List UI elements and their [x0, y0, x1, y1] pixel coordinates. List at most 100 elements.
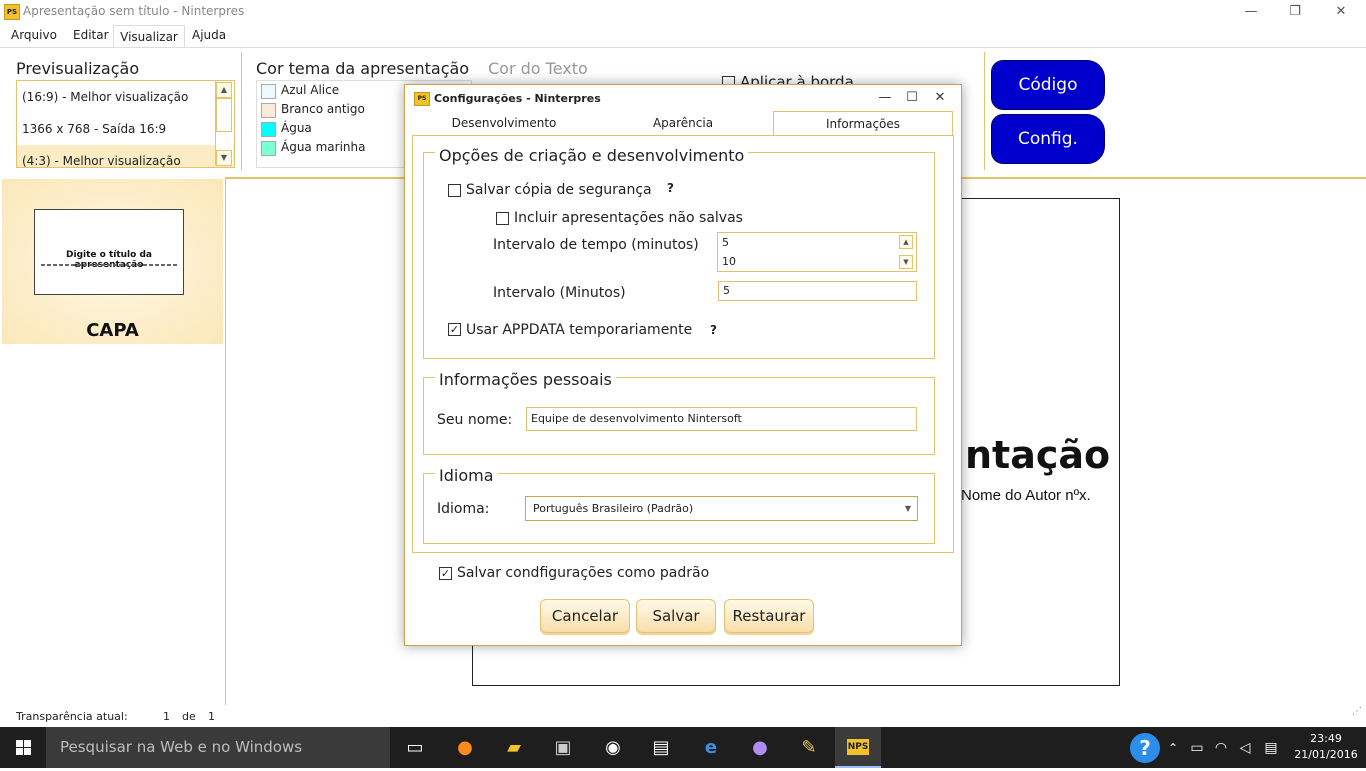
scroll-thumb[interactable]: [216, 98, 232, 132]
language-value: Português Brasileiro (Padrão): [533, 502, 694, 515]
text-color-title: Cor do Texto: [488, 59, 588, 78]
help-icon[interactable]: ?: [1130, 733, 1160, 763]
file-explorer-icon[interactable]: ▰: [497, 733, 531, 763]
slide-title-text[interactable]: ntação: [965, 433, 1110, 477]
media-player-icon[interactable]: ◉: [596, 733, 630, 763]
dialog-minimize-icon[interactable]: —: [875, 88, 895, 108]
list-item[interactable]: 10: [722, 252, 916, 271]
color-label: Água: [281, 121, 312, 135]
wifi-icon[interactable]: ◠: [1208, 733, 1234, 763]
status-label: Transparência atual:: [16, 710, 128, 723]
group-language-legend: Idioma: [435, 466, 498, 485]
firefox-icon[interactable]: ●: [448, 733, 482, 763]
config-button[interactable]: Config.: [991, 114, 1105, 164]
ribbon-divider: [984, 52, 985, 170]
preview-list[interactable]: (16:9) - Melhor visualização 1366 x 768 …: [16, 80, 235, 168]
list-item[interactable]: 1366 x 768 - Saída 16:9: [17, 113, 234, 145]
start-button[interactable]: [0, 727, 46, 768]
language-label: Idioma:: [437, 501, 490, 517]
list-item[interactable]: (16:9) - Melhor visualização: [17, 81, 234, 113]
color-label: Azul Alice: [281, 83, 340, 97]
clock-date: 21/01/2016: [1294, 748, 1358, 761]
dialog-app-icon: PS: [414, 92, 430, 106]
thumbnail-author-line: [41, 264, 177, 266]
minimize-icon[interactable]: —: [1228, 2, 1274, 22]
battery-icon[interactable]: ▭: [1184, 733, 1210, 763]
volume-icon[interactable]: ◁: [1232, 733, 1258, 763]
taskbar-search[interactable]: Pesquisar na Web e no Windows: [46, 727, 390, 768]
settings-dialog: PS Configurações - Ninterpres — ☐ ✕ Dese…: [404, 84, 962, 646]
menu-visualizar-label: Visualizar: [120, 30, 178, 44]
chevron-up-icon[interactable]: ⌃: [1160, 733, 1186, 763]
ninterpres-taskbar-button[interactable]: NPS: [835, 727, 881, 768]
action-center-icon[interactable]: ▤: [1258, 733, 1284, 763]
menu-visualizar[interactable]: Visualizar: [113, 25, 185, 48]
status-current: 1: [163, 710, 170, 723]
backup-label: Salvar cópia de segurança: [466, 182, 652, 198]
clock-time: 23:49: [1310, 732, 1342, 745]
save-default-label: Salvar condfigurações como padrão: [457, 565, 710, 581]
tab-informacoes[interactable]: Informações: [773, 111, 953, 136]
appdata-label: Usar APPDATA temporariamente: [466, 322, 693, 338]
color-swatch: [261, 103, 276, 118]
store-icon[interactable]: ▤: [644, 733, 678, 763]
status-bar: [0, 705, 1366, 727]
interval-time-list[interactable]: 5 10: [717, 232, 917, 272]
name-input[interactable]: Equipe de desenvolvimento Nintersoft: [526, 407, 917, 431]
color-label: Branco antigo: [281, 102, 365, 116]
appdata-help-icon[interactable]: ?: [710, 323, 717, 337]
list-item[interactable]: (4:3) - Melhor visualização: [17, 145, 234, 167]
taskbar-clock[interactable]: 23:49 21/01/2016: [1288, 731, 1364, 763]
github-icon[interactable]: ●: [743, 733, 777, 763]
app-icon: PS: [4, 4, 20, 20]
dialog-close-icon[interactable]: ✕: [930, 88, 950, 108]
maximize-icon[interactable]: ❐: [1272, 2, 1318, 22]
paint-icon[interactable]: ✎: [792, 733, 826, 763]
color-label: Água marinha: [281, 140, 366, 154]
ninterpres-icon: NPS: [847, 739, 869, 755]
scroll-down-icon[interactable]: ▼: [216, 150, 232, 166]
language-select[interactable]: Português Brasileiro (Padrão) ▼: [525, 496, 918, 521]
save-button[interactable]: Salvar: [636, 599, 716, 633]
group-dev-legend: Opções de criação e desenvolvimento: [435, 146, 749, 165]
backup-help-icon[interactable]: ?: [667, 181, 674, 195]
group-personal-legend: Informações pessoais: [435, 370, 616, 389]
resize-grip-icon[interactable]: ⋰: [1350, 706, 1364, 724]
slide-thumbnail: Digite o título da apresentação: [34, 209, 184, 295]
spin-down-icon[interactable]: ▼: [899, 255, 913, 269]
preview-title: Previsualização: [16, 59, 140, 78]
scroll-up-icon[interactable]: ▲: [216, 82, 232, 98]
cancel-button[interactable]: Cancelar: [540, 599, 630, 633]
interval-label: Intervalo (Minutos): [493, 285, 626, 301]
color-swatch: [261, 122, 276, 137]
include-unsaved-checkbox[interactable]: [496, 212, 509, 225]
save-default-checkbox[interactable]: ✓: [439, 567, 452, 580]
color-swatch: [261, 141, 276, 156]
slide-author-text[interactable]: Nome do Autor nºx.: [961, 487, 1091, 504]
code-button[interactable]: Código: [991, 60, 1105, 110]
menu-arquivo[interactable]: Arquivo: [11, 28, 57, 42]
color-swatch: [261, 84, 276, 99]
name-label: Seu nome:: [437, 412, 513, 428]
backup-checkbox[interactable]: [448, 184, 461, 197]
status-total: 1: [208, 710, 215, 723]
appdata-checkbox[interactable]: ✓: [448, 323, 461, 336]
dialog-maximize-icon[interactable]: ☐: [902, 88, 922, 108]
status-of: de: [182, 710, 196, 723]
ribbon-divider: [241, 52, 242, 170]
menu-editar[interactable]: Editar: [73, 28, 109, 42]
theme-color-title: Cor tema da apresentação: [256, 59, 470, 78]
restore-button[interactable]: Restaurar: [724, 599, 814, 633]
thumbnail-title: Digite o título da apresentação: [66, 250, 152, 270]
remote-desktop-icon[interactable]: ▣: [546, 733, 580, 763]
edge-icon[interactable]: e: [694, 733, 728, 763]
spin-up-icon[interactable]: ▲: [899, 235, 913, 249]
list-item[interactable]: 5: [722, 233, 916, 252]
task-view-icon[interactable]: ▭: [398, 733, 432, 763]
tab-aparencia[interactable]: Aparência: [593, 111, 773, 135]
interval-time-label: Intervalo de tempo (minutos): [493, 237, 699, 253]
close-icon[interactable]: ✕: [1318, 2, 1364, 22]
interval-input[interactable]: 5: [718, 281, 917, 301]
menu-ajuda[interactable]: Ajuda: [192, 28, 226, 42]
tab-desenvolvimento[interactable]: Desenvolvimento: [413, 111, 595, 135]
